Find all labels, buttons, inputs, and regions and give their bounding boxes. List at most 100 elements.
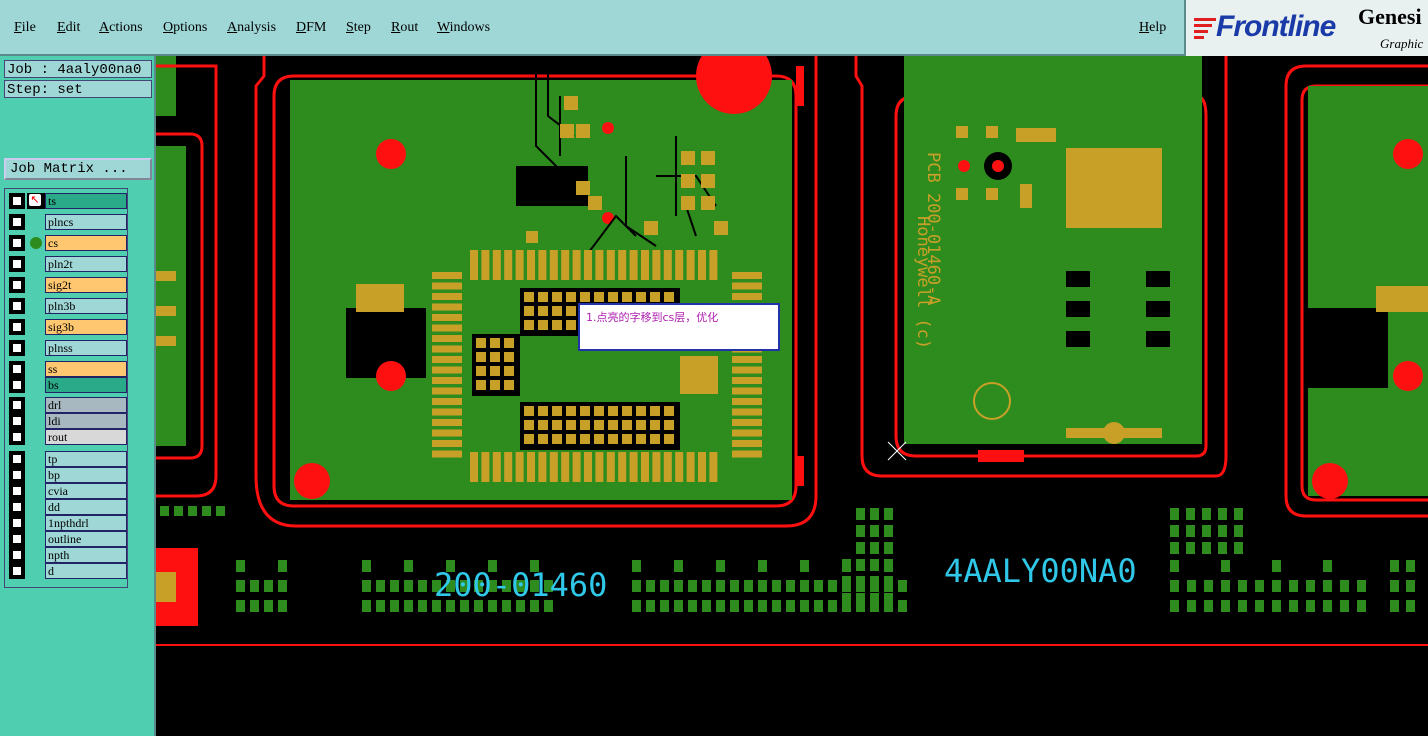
layer-checkbox[interactable] [9, 214, 25, 230]
layer-checkbox[interactable] [9, 429, 25, 445]
layer-row-plnss[interactable]: plnss [9, 340, 127, 356]
pad [622, 292, 632, 302]
layer-row-plncs[interactable]: plncs [9, 214, 127, 230]
menu-edit[interactable]: Edit [57, 20, 80, 36]
layer-checkbox[interactable] [9, 319, 25, 335]
layer-name[interactable]: drl [45, 397, 127, 413]
layer-row-tp[interactable]: tp [9, 451, 127, 467]
layer-name[interactable]: 1npthdrl [45, 515, 127, 531]
layer-row-drl[interactable]: drl [9, 397, 127, 413]
layer-row-sig2t[interactable]: sig2t [9, 277, 127, 293]
layer-name[interactable]: bp [45, 467, 127, 483]
layer-name[interactable]: outline [45, 531, 127, 547]
layer-name[interactable]: cvia [45, 483, 127, 499]
pad [538, 306, 548, 316]
balance-dot [418, 600, 427, 612]
layer-name[interactable]: ldi [45, 413, 127, 429]
pad [709, 250, 718, 280]
layer-name[interactable]: pln3b [45, 298, 127, 314]
balance-dot [646, 580, 655, 592]
layer-row-ts[interactable]: ↖ ts [9, 193, 127, 209]
layer-name[interactable]: tp [45, 451, 127, 467]
annotation-note[interactable]: 1.点亮的字移到cs层，优化 [578, 303, 780, 351]
fiducial [1312, 463, 1348, 499]
pcb-canvas[interactable]: PCB 200-01460-A Honeywell (c) 200-01460 … [156, 56, 1428, 736]
menu-dfm[interactable]: DFM [296, 20, 326, 36]
layer-row-cs[interactable]: cs [9, 235, 127, 251]
layer-name[interactable]: rout [45, 429, 127, 445]
layer-checkbox[interactable] [9, 413, 25, 429]
balance-dot [1218, 508, 1227, 520]
layer-checkbox[interactable] [9, 563, 25, 579]
layer-checkbox[interactable] [9, 547, 25, 563]
layer-row-sig3b[interactable]: sig3b [9, 319, 127, 335]
layer-name[interactable]: cs [45, 235, 127, 251]
pad [490, 352, 500, 362]
layer-row-dd[interactable]: dd [9, 499, 127, 515]
layer-name[interactable]: npth [45, 547, 127, 563]
menu-step[interactable]: Step [346, 20, 371, 36]
layer-checkbox[interactable] [9, 515, 25, 531]
layer-checkbox[interactable] [9, 467, 25, 483]
balance-dot [1306, 580, 1315, 592]
balance-dot [884, 525, 893, 537]
layer-checkbox[interactable] [9, 499, 25, 515]
layer-row-1npthdrl[interactable]: 1npthdrl [9, 515, 127, 531]
layer-checkbox[interactable] [9, 235, 25, 251]
layer-row-ldi[interactable]: ldi [9, 413, 127, 429]
pad [686, 250, 695, 280]
layer-row-rout[interactable]: rout [9, 429, 127, 445]
layer-row-d[interactable]: d [9, 563, 127, 579]
layer-name[interactable]: pln2t [45, 256, 127, 272]
menu-rout[interactable]: Rout [391, 20, 418, 36]
balance-dot [390, 580, 399, 592]
layer-checkbox[interactable] [9, 361, 25, 377]
menu-actions[interactable]: Actions [99, 20, 143, 36]
layer-checkbox[interactable] [9, 397, 25, 413]
layer-row-bp[interactable]: bp [9, 467, 127, 483]
layer-row-pln3b[interactable]: pln3b [9, 298, 127, 314]
pad [636, 420, 646, 430]
layer-row-outline[interactable]: outline [9, 531, 127, 547]
balance-dot [1202, 542, 1211, 554]
layer-name[interactable]: sig3b [45, 319, 127, 335]
layer-name[interactable]: bs [45, 377, 127, 393]
job-matrix-button[interactable]: Job Matrix ... [4, 158, 152, 180]
layer-name[interactable]: plnss [45, 340, 127, 356]
pad [608, 434, 618, 444]
layer-checkbox[interactable] [9, 531, 25, 547]
layer-row-cvia[interactable]: cvia [9, 483, 127, 499]
layer-checkbox[interactable] [9, 256, 25, 272]
balance-dot [646, 600, 655, 612]
layer-row-bs[interactable]: bs [9, 377, 127, 393]
layer-row-npth[interactable]: npth [9, 547, 127, 563]
layer-checkbox[interactable] [9, 483, 25, 499]
balance-dot [1234, 542, 1243, 554]
pad [515, 452, 524, 482]
layer-checkbox[interactable] [9, 377, 25, 393]
menu-file[interactable]: File [14, 20, 36, 36]
menu-analysis[interactable]: Analysis [227, 20, 276, 36]
balance-dot [702, 580, 711, 592]
tab [796, 66, 804, 106]
balance-dot [744, 600, 753, 612]
layer-checkbox[interactable] [9, 298, 25, 314]
layer-name[interactable]: ss [45, 361, 127, 377]
menu-options[interactable]: Options [163, 20, 207, 36]
layer-name[interactable]: d [45, 563, 127, 579]
layer-checkbox[interactable] [9, 451, 25, 467]
layer-checkbox[interactable] [9, 193, 25, 209]
panel-part-number: 200-01460 [434, 566, 607, 604]
layer-row-pln2t[interactable]: pln2t [9, 256, 127, 272]
layer-name[interactable]: dd [45, 499, 127, 515]
layer-checkbox[interactable] [9, 340, 25, 356]
menu-windows[interactable]: Windows [437, 20, 490, 36]
layer-name[interactable]: plncs [45, 214, 127, 230]
layer-checkbox[interactable] [9, 277, 25, 293]
menu-help[interactable]: Help [1139, 20, 1166, 36]
layer-name[interactable]: sig2t [45, 277, 127, 293]
pad [956, 188, 968, 200]
balance-dot [1406, 600, 1415, 612]
layer-name[interactable]: ts [45, 193, 127, 209]
layer-row-ss[interactable]: ss [9, 361, 127, 377]
